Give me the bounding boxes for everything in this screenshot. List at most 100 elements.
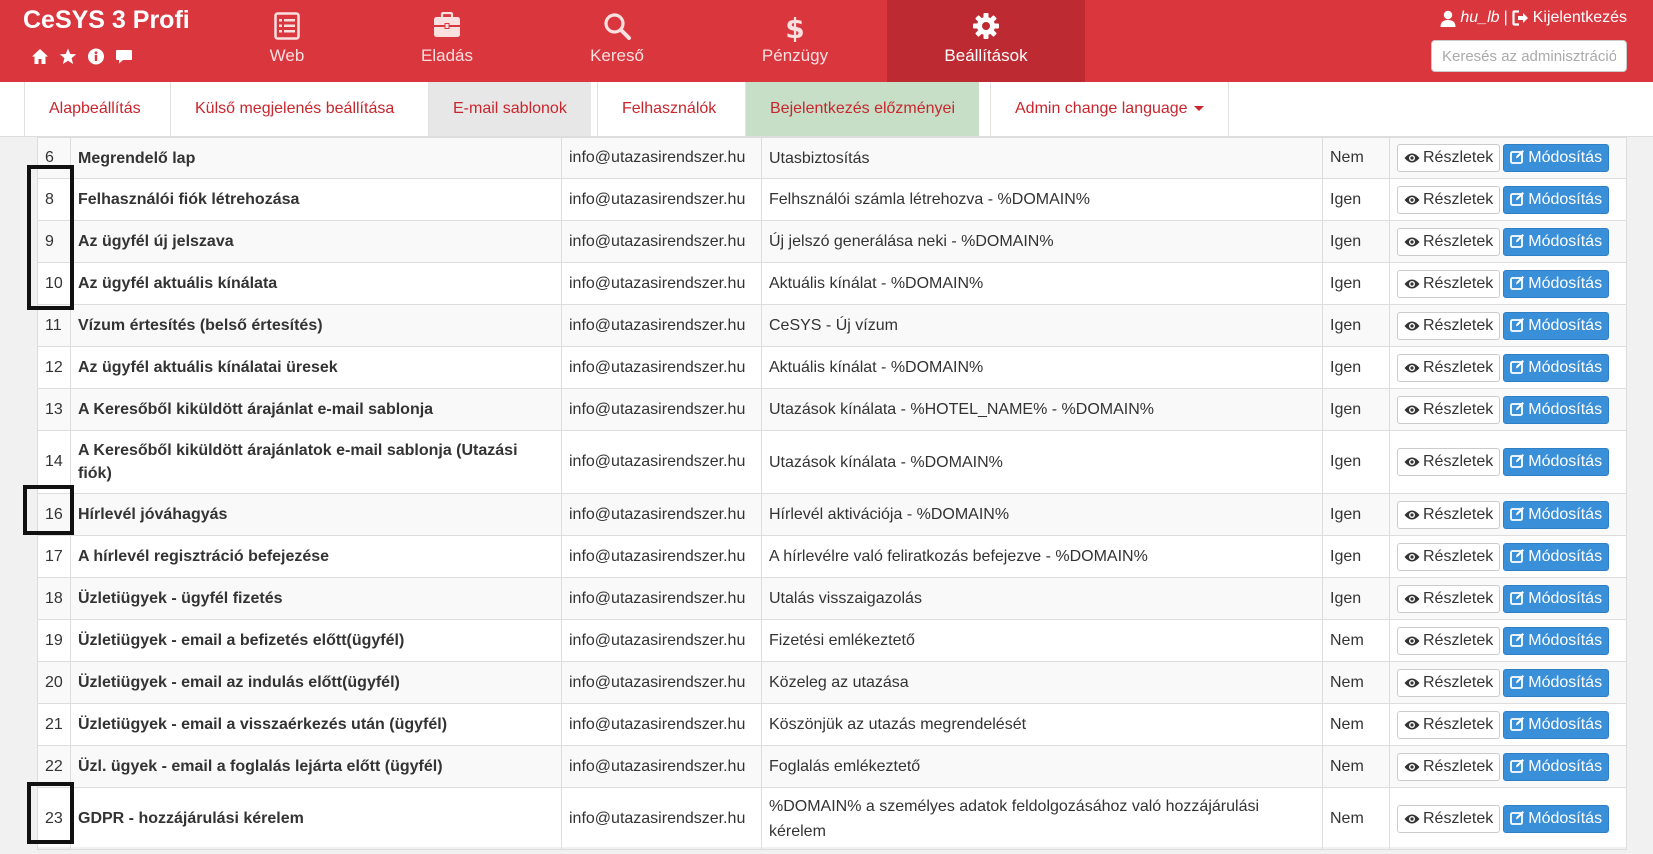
eye-icon [1404,762,1420,771]
nav-penzugy[interactable]: $ Pénzügy [705,0,885,82]
subnav-kulso-megjelenes[interactable]: Külső megjelenés beállítása [170,82,418,136]
home-icon[interactable] [31,48,49,70]
table-row: 14 A Keresőből kiküldött árajánlatok e-ma… [37,430,1627,494]
details-label: Részletek [1423,190,1494,208]
row-actions: Részletek Módosítás [1389,577,1627,620]
template-subject: Köszönjük az utazás megrendelését [761,703,1323,746]
highlight-box [27,165,74,310]
edit-button[interactable]: Módosítás [1503,804,1610,833]
edit-button[interactable]: Módosítás [1503,448,1610,476]
template-name: Az ügyfél aktuális kínálatai üresek [70,346,562,389]
gear-icon [973,13,999,39]
template-sender: info@utazasirendszer.hu [561,178,762,221]
details-button[interactable]: Részletek [1397,185,1501,214]
brand-icons [31,48,133,70]
nav-web[interactable]: Web [197,0,377,82]
template-subject: Aktuális kínálat - %DOMAIN% [761,346,1323,389]
eye-icon [1404,594,1420,603]
row-actions: Részletek Módosítás [1389,346,1627,389]
eye-icon [1404,405,1420,414]
details-button[interactable]: Részletek [1397,395,1501,424]
edit-button[interactable]: Módosítás [1503,710,1610,739]
eye-icon [1404,363,1420,372]
edit-button[interactable]: Módosítás [1503,584,1610,613]
details-button[interactable]: Részletek [1397,144,1501,172]
comment-icon[interactable] [115,48,133,70]
edit-button[interactable]: Módosítás [1503,185,1610,214]
details-label: Részletek [1423,631,1494,649]
admin-search-input[interactable] [1431,40,1627,72]
row-actions: Részletek Módosítás [1389,535,1627,578]
nav-beallitasok[interactable]: Beállítások [887,0,1085,82]
template-sender: info@utazasirendszer.hu [561,388,762,431]
template-name: Megrendelő lap [70,137,562,179]
edit-button[interactable]: Módosítás [1503,668,1610,697]
edit-button[interactable]: Módosítás [1503,542,1610,571]
subnav-bejelentkezes-elozmenyei[interactable]: Bejelentkezés előzményei [745,82,979,136]
edit-button[interactable]: Módosítás [1503,752,1610,781]
edit-button[interactable]: Módosítás [1503,500,1610,529]
logout-link[interactable]: Kijelentkezés [1533,9,1627,27]
dollar-icon: $ [785,12,804,42]
app-title[interactable]: CeSYS 3 Profi [23,6,190,35]
edit-label: Módosítás [1528,715,1603,733]
edit-icon [1510,506,1525,521]
template-active: Igen [1322,262,1390,305]
details-label: Részletek [1423,232,1494,250]
details-button[interactable]: Részletek [1397,710,1501,739]
template-subject: Új jelszó generálása neki - %DOMAIN% [761,220,1323,263]
subnav-admin-change-language[interactable]: Admin change language [990,82,1229,136]
subnav-email-sablonok[interactable]: E-mail sablonok [428,82,591,136]
info-icon[interactable] [87,48,105,70]
caret-down-icon [1193,106,1204,112]
subnav-felhasznalok[interactable]: Felhasználók [597,82,740,136]
template-subject: A hírlevélre való feliratkozás befejezve… [761,535,1323,578]
details-label: Részletek [1423,316,1494,334]
details-button[interactable]: Részletek [1397,626,1501,655]
details-button[interactable]: Részletek [1397,584,1501,613]
details-label: Részletek [1423,149,1494,166]
star-icon[interactable] [59,48,77,70]
user-separator: | [1503,9,1508,26]
template-name: Üzl. ügyek - email a foglalás lejárta el… [70,745,562,788]
template-active: Nem [1322,137,1390,179]
table-row: 12 Az ügyfél aktuális kínálatai üresek inf… [37,346,1627,389]
svg-text:$: $ [785,12,804,42]
details-button[interactable]: Részletek [1397,269,1501,298]
details-button[interactable]: Részletek [1397,353,1501,382]
details-label: Részletek [1423,274,1494,292]
details-label: Részletek [1423,757,1494,775]
details-button[interactable]: Részletek [1397,500,1501,529]
eye-icon [1404,153,1420,163]
details-button[interactable]: Részletek [1397,448,1501,476]
username-link[interactable]: hu_lb [1460,9,1499,27]
highlight-box [23,485,74,535]
details-button[interactable]: Részletek [1397,804,1501,833]
edit-icon [1510,674,1525,689]
nav-label: Kereső [590,46,644,65]
template-sender: info@utazasirendszer.hu [561,535,762,578]
details-button[interactable]: Részletek [1397,542,1501,571]
details-button[interactable]: Részletek [1397,311,1501,340]
details-button[interactable]: Részletek [1397,227,1501,256]
table-row: 22 Üzl. ügyek - email a foglalás lejárta … [37,745,1627,788]
edit-button[interactable]: Módosítás [1503,395,1610,424]
edit-button[interactable]: Módosítás [1503,269,1610,298]
details-button[interactable]: Részletek [1397,752,1501,781]
edit-label: Módosítás [1528,505,1603,523]
details-button[interactable]: Részletek [1397,668,1501,697]
subnav-alapbeallitas[interactable]: Alapbeállítás [24,82,165,136]
edit-button[interactable]: Módosítás [1503,144,1610,172]
template-sender: info@utazasirendszer.hu [561,220,762,263]
highlight-box [27,782,74,844]
edit-button[interactable]: Módosítás [1503,626,1610,655]
edit-button[interactable]: Módosítás [1503,227,1610,256]
edit-icon [1510,233,1525,248]
nav-eladas[interactable]: Eladás [357,0,537,82]
nav-kereso[interactable]: Kereső [527,0,707,82]
template-name: Az ügyfél új jelszava [70,220,562,263]
template-sender: info@utazasirendszer.hu [561,304,762,347]
edit-button[interactable]: Módosítás [1503,311,1610,340]
row-actions: Részletek Módosítás [1389,619,1627,662]
edit-button[interactable]: Módosítás [1503,353,1610,382]
